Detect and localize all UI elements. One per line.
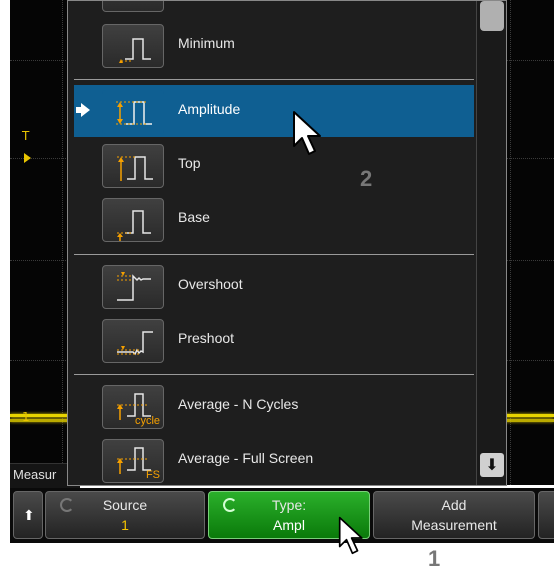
- mouse-cursor-icon: [293, 111, 321, 155]
- up-arrow-icon: ⬆: [23, 507, 35, 523]
- preshoot-icon: [102, 319, 164, 363]
- menu-item-base[interactable]: Base: [74, 193, 474, 245]
- next-softkey[interactable]: [538, 491, 554, 539]
- menu-item-label: Preshoot: [178, 330, 235, 346]
- average-full-screen-icon: FS: [102, 439, 164, 483]
- menu-item-label: Overshoot: [178, 276, 243, 292]
- menu-item-minimum[interactable]: Minimum: [74, 19, 474, 71]
- source-value: 1: [121, 517, 129, 533]
- add-label: Add: [441, 497, 467, 513]
- scroll-down-icon[interactable]: ⬇: [480, 453, 504, 477]
- source-label: Source: [102, 497, 148, 513]
- type-label: Type:: [271, 497, 307, 513]
- menu-item-label: Amplitude: [178, 101, 241, 117]
- menu-scrollbar[interactable]: ⬇: [476, 1, 506, 485]
- menu-divider: [74, 254, 474, 255]
- fs-tag: FS: [145, 469, 160, 481]
- overshoot-icon: [102, 265, 164, 309]
- base-icon: [102, 198, 164, 242]
- trigger-level-marker: T: [22, 129, 30, 143]
- menu-item-preshoot[interactable]: Preshoot: [74, 314, 474, 366]
- average-n-cycles-icon: cycle: [102, 385, 164, 429]
- softkey-bar: ⬆ Source 1 Type: Ampl Add Measurement: [10, 488, 554, 543]
- menu-item-average-full-screen[interactable]: FS Average - Full Screen: [74, 434, 474, 485]
- measurement-type-menu: Minimum Amplitude Top Base Overshoot Pre…: [67, 0, 507, 486]
- menu-item-label: Base: [178, 209, 210, 225]
- scroll-thumb[interactable]: [480, 1, 504, 31]
- menu-item-overshoot[interactable]: Overshoot: [74, 260, 474, 312]
- mouse-cursor-icon: [338, 516, 363, 555]
- source-softkey[interactable]: Source 1: [45, 491, 205, 539]
- callout-step-2: 2: [360, 166, 373, 191]
- menu-item-label: Average - Full Screen: [178, 450, 314, 466]
- minimum-icon: [102, 24, 164, 68]
- menu-item-average-n-cycles[interactable]: cycle Average - N Cycles: [74, 380, 474, 432]
- menu-divider: [74, 79, 474, 80]
- menu-divider: [74, 374, 474, 375]
- measurement-label: Measurement: [411, 517, 497, 533]
- menu-item-amplitude[interactable]: Amplitude: [74, 85, 474, 137]
- top-icon: [102, 144, 164, 188]
- menu-item-top[interactable]: Top: [74, 139, 474, 191]
- cycle-tag: cycle: [134, 415, 160, 427]
- list-item[interactable]: [74, 1, 474, 15]
- ground-marker: 1: [22, 410, 30, 424]
- trigger-arrow-icon: [24, 153, 31, 163]
- back-button[interactable]: ⬆: [13, 491, 43, 539]
- selected-arrow-icon: [76, 103, 90, 117]
- amplitude-icon: [102, 90, 164, 134]
- menu-item-label: Average - N Cycles: [178, 396, 299, 412]
- menu-list: Minimum Amplitude Top Base Overshoot Pre…: [74, 1, 474, 485]
- add-measurement-softkey[interactable]: Add Measurement: [373, 491, 535, 539]
- menu-item-label: Top: [178, 155, 201, 171]
- menu-item-label: Minimum: [178, 35, 235, 51]
- callout-step-1: 1: [428, 546, 441, 571]
- measurement-icon: [102, 1, 164, 12]
